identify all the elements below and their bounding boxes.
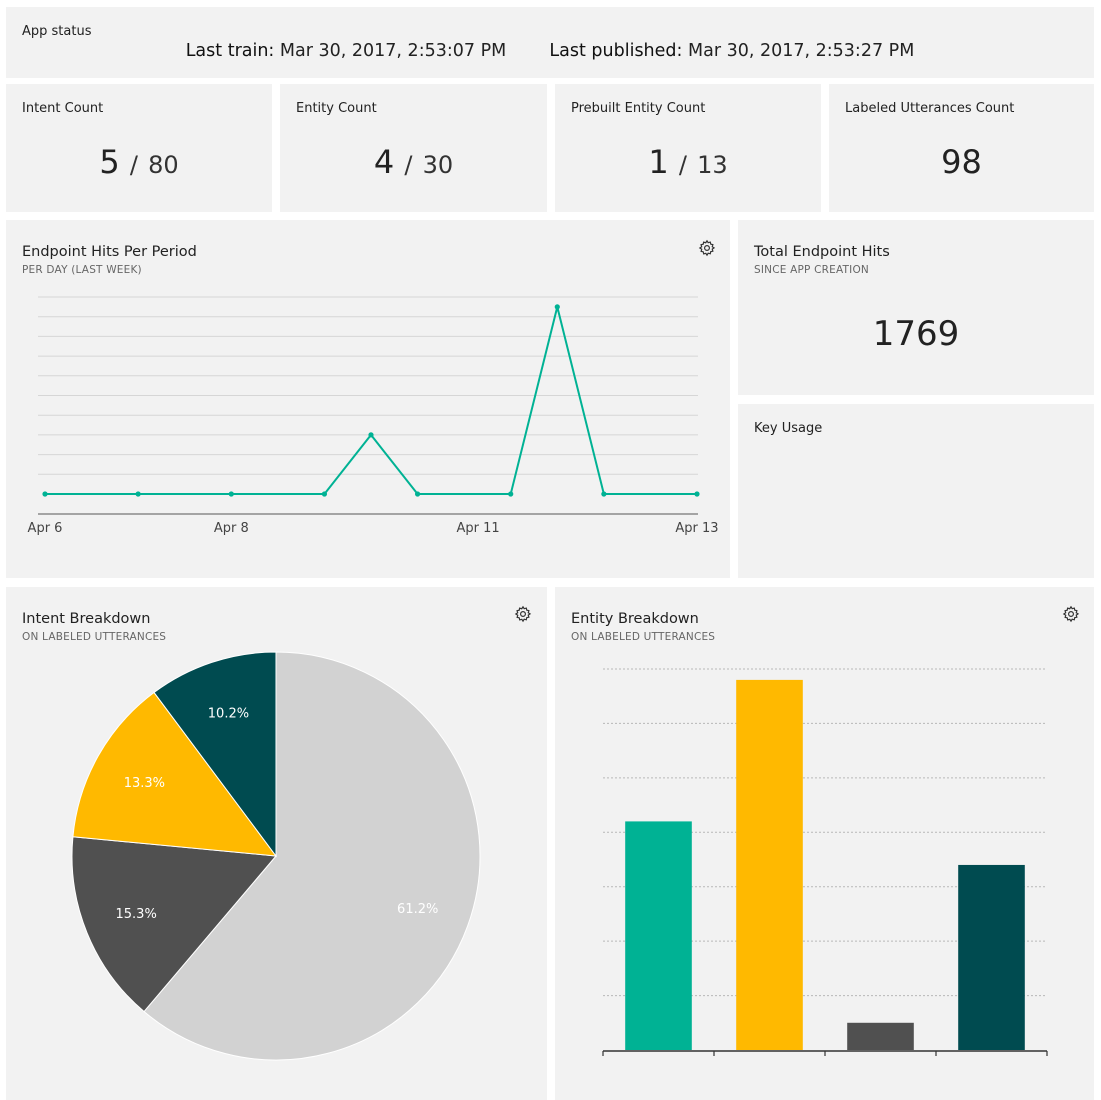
data-point[interactable] [321,491,328,497]
data-point[interactable] [228,491,234,497]
prebuilt-entity-count-value: 1 / 13 [555,142,821,185]
last-train-value: Mar 30, 2017, 2:53:07 PM [279,41,507,61]
entity-count-label: Entity Count [296,101,377,116]
last-published-value: Mar 30, 2017, 2:53:27 PM [688,41,915,61]
intent-count-separator: / [129,151,138,179]
bar[interactable] [958,864,1025,1050]
labeled-utterances-count-number: 98 [941,143,982,181]
last-train-label: Last train: [185,41,275,61]
data-point[interactable] [508,491,514,497]
pie-slice-label: 10.2% [208,707,249,722]
x-tick-label: Apr 11 [457,521,500,536]
labeled-utterances-count-label: Labeled Utterances Count [845,101,1015,116]
entity-count-value: 4 / 30 [280,142,547,185]
data-point[interactable] [414,491,421,497]
total-endpoint-hits-value: 1769 [872,314,960,354]
total-endpoint-hits-title: Total Endpoint Hits [754,244,890,260]
intent-count-value: 5 / 80 [6,142,272,185]
total-endpoint-hits-subtitle: SINCE APP CREATION [754,264,869,276]
bar[interactable] [847,1022,914,1050]
data-point[interactable] [42,491,48,497]
data-point[interactable] [601,491,607,497]
intent-breakdown-pie-chart: 61.2% 15.3% 13.3% 10.2% [71,651,481,1061]
app-status-tile: App status Last train: Mar 30, 2017, 2:5… [6,7,1094,78]
key-usage-title: Key Usage [754,421,823,436]
pie-slice-label: 13.3% [124,776,165,791]
app-status-title: App status [22,24,92,39]
intent-count-number: 5 [99,143,120,181]
pie-slice-label: 61.2% [397,902,438,917]
labeled-utterances-count-tile[interactable]: Labeled Utterances Count 98 [829,84,1094,212]
bar[interactable] [625,821,692,1050]
entity-count-number: 4 [373,143,395,181]
intent-count-tile[interactable]: Intent Count 5 / 80 [6,84,272,212]
intent-count-label: Intent Count [22,101,104,116]
entity-count-tile[interactable]: Entity Count 4 / 30 [280,84,547,212]
pie-slice-label: 15.3% [116,907,157,922]
prebuilt-entity-count-number: 1 [648,143,669,181]
data-point[interactable] [554,304,560,310]
data-point[interactable] [694,491,700,497]
bar[interactable] [736,679,803,1050]
labeled-utterances-count-value: 98 [829,142,1094,182]
x-tick-label: Apr 8 [214,521,249,536]
data-point[interactable] [135,491,141,497]
series-line [45,306,697,495]
prebuilt-entity-count-tile[interactable]: Prebuilt Entity Count 1 / 13 [555,84,821,212]
x-tick-label: Apr 13 [675,521,718,536]
last-published-label: Last published: [549,41,683,61]
status-line: Last train: Mar 30, 2017, 2:53:07 PM Las… [6,41,1094,61]
key-usage-tile: Key Usage [738,404,1094,578]
endpoint-hits-line-chart: Apr 6 Apr 8 Apr 11 Apr 13 [28,296,719,536]
intent-count-max: 80 [148,151,179,179]
entity-breakdown-bar-chart [602,668,1048,1056]
x-tick-label: Apr 6 [28,521,63,536]
data-point[interactable] [368,432,374,438]
total-endpoint-hits-tile: Total Endpoint Hits SINCE APP CREATION [738,220,1094,395]
prebuilt-entity-count-max: 13 [697,151,728,179]
prebuilt-entity-count-separator: / [678,151,687,179]
prebuilt-entity-count-label: Prebuilt Entity Count [571,101,706,116]
entity-count-max: 30 [422,151,454,179]
entity-count-separator: / [404,151,413,179]
